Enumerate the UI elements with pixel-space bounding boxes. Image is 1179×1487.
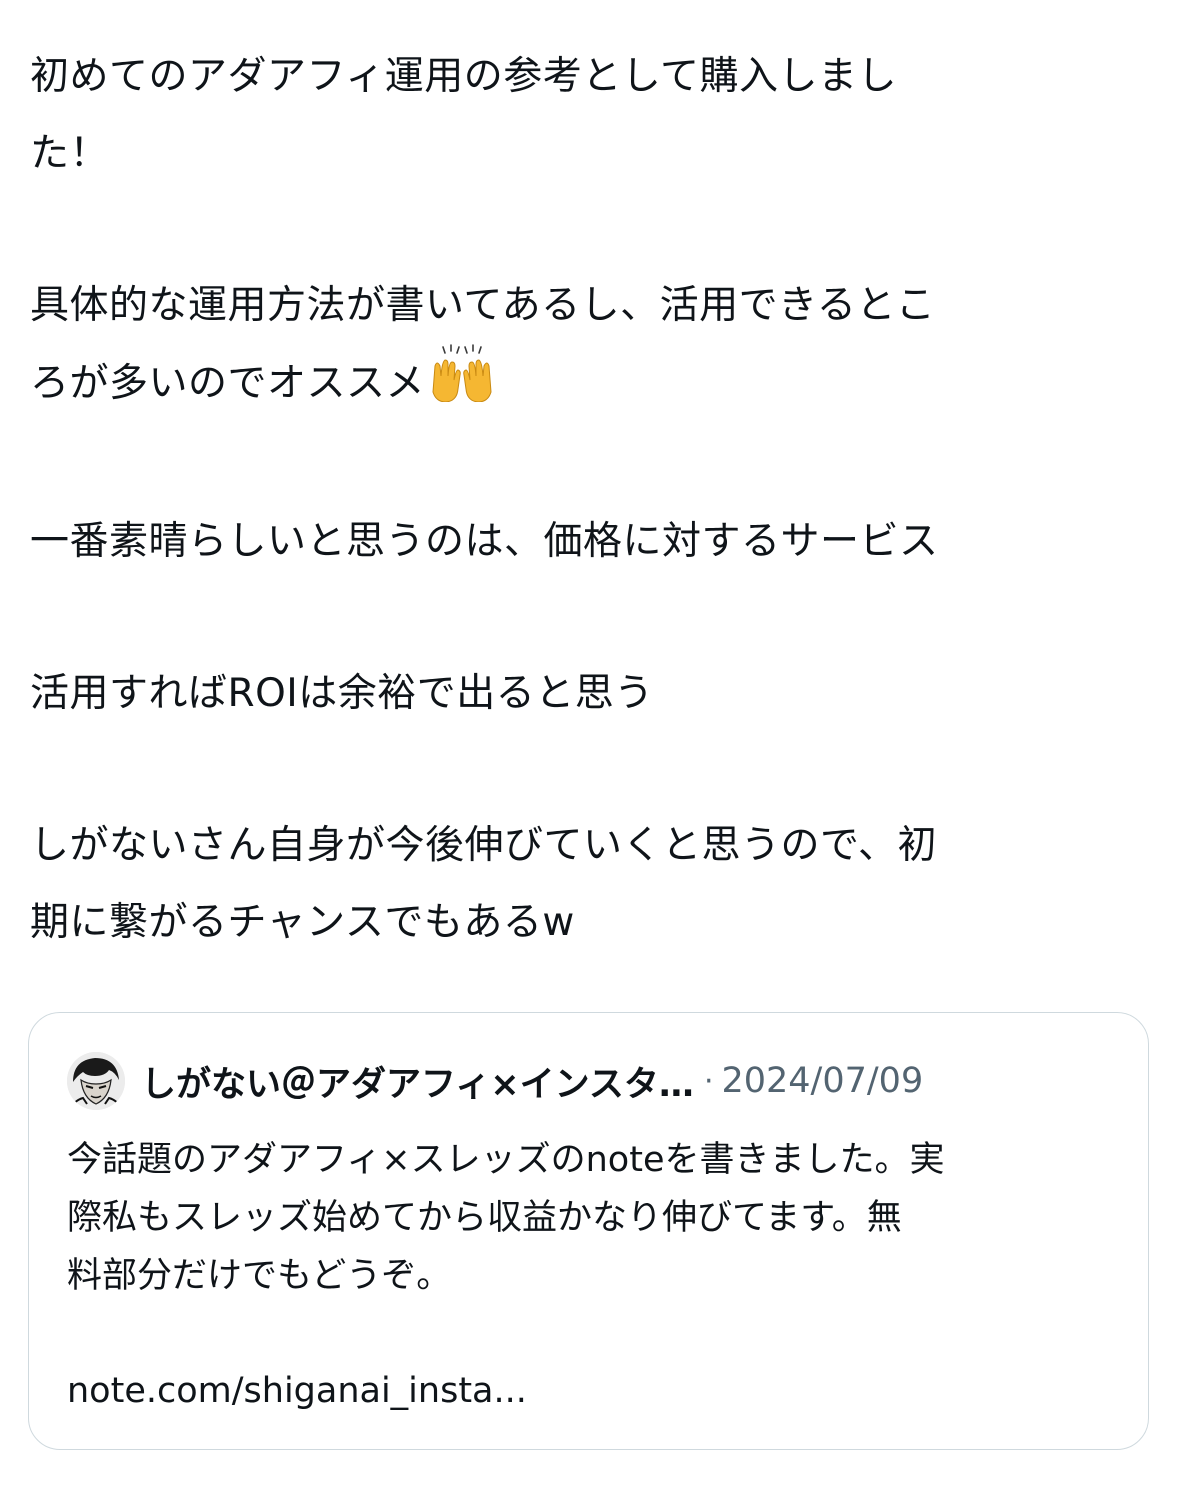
quoted-post-header: しがない＠アダアフィ×インスタ… · 2024/07/09 — [67, 1052, 1118, 1110]
quoted-post-link[interactable]: note.com/shiganai_insta... — [67, 1362, 1118, 1420]
raised-hands-icon — [429, 344, 495, 428]
post-paragraph: しがないさん自身が今後伸びていくと思うので、初 期に繋がるチャンスでもあるw — [30, 823, 937, 945]
post-paragraph: 一番素晴らしいと思うのは、価格に対するサービス — [30, 519, 939, 564]
quoted-post-card[interactable]: しがない＠アダアフィ×インスタ… · 2024/07/09 今話題のアダアフィ×… — [28, 1012, 1149, 1450]
post-paragraph: 具体的な運用方法が書いてあるし、活用できるとこ ろが多いのでオススメ — [30, 267, 1150, 428]
quoted-author-name[interactable]: しがない＠アダアフィ×インスタ… — [141, 1056, 694, 1107]
post-paragraph: 活用すればROIは余裕で出ると思う — [30, 671, 654, 716]
quoted-post-date[interactable]: 2024/07/09 — [721, 1061, 923, 1101]
separator-dot: · — [703, 1063, 714, 1099]
post-body: 初めてのアダアフィ運用の参考として購入しまし た！ 具体的な運用方法が書いてある… — [30, 38, 1150, 961]
avatar[interactable] — [67, 1052, 125, 1110]
post-paragraph: 初めてのアダアフィ運用の参考として購入しまし た！ — [30, 54, 898, 176]
quoted-post-text: 今話題のアダアフィ×スレッズのnoteを書きました。実 際私もスレッズ始めてから… — [67, 1140, 945, 1296]
